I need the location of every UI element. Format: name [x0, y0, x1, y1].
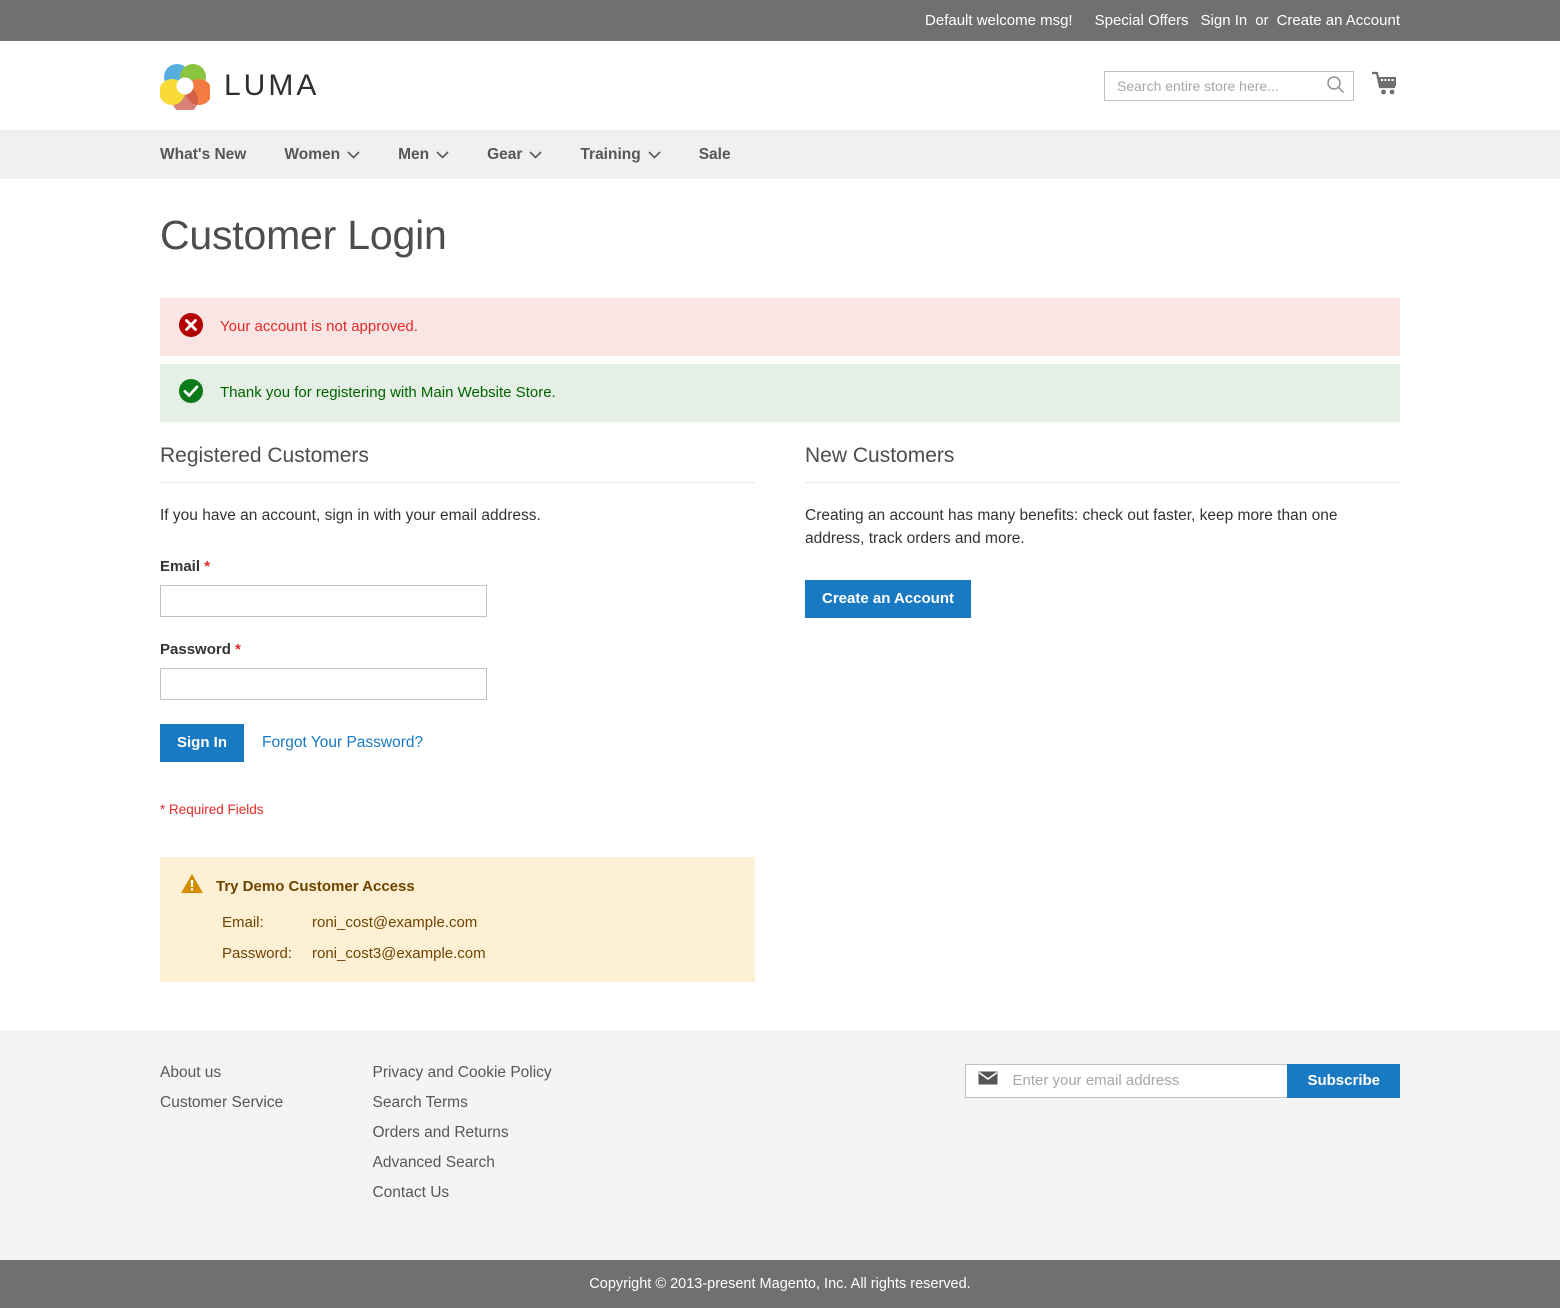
- nav-item-women[interactable]: Women: [265, 130, 379, 179]
- sign-in-button[interactable]: Sign In: [160, 723, 244, 762]
- luma-logo-icon: [160, 62, 210, 110]
- nav-item-label: Gear: [487, 145, 523, 163]
- create-account-link[interactable]: Create an Account: [1277, 12, 1400, 29]
- newsletter-form: Subscribe: [965, 1063, 1400, 1098]
- success-message: Thank you for registering with Main Webs…: [160, 364, 1400, 423]
- footer-link-privacy-and-cookie-policy[interactable]: Privacy and Cookie Policy: [372, 1064, 965, 1082]
- cart-button[interactable]: [1371, 71, 1400, 100]
- nav-item-what-s-new[interactable]: What's New: [160, 130, 265, 179]
- nav-item-sale[interactable]: Sale: [680, 130, 750, 179]
- welcome-message: Default welcome msg!: [925, 12, 1073, 29]
- nav-item-label: Sale: [698, 145, 731, 163]
- registered-customers-note: If you have an account, sign in with you…: [160, 507, 541, 525]
- site-header: LUMA: [0, 41, 1560, 130]
- logo-link[interactable]: LUMA: [160, 62, 319, 110]
- nav-item-label: Training: [580, 145, 641, 163]
- warning-triangle-icon: [180, 873, 204, 900]
- footer-link-search-terms[interactable]: Search Terms: [372, 1094, 965, 1112]
- footer-link-about-us[interactable]: About us: [160, 1064, 372, 1082]
- registered-customers-block: Registered Customers If you have an acco…: [160, 444, 755, 982]
- demo-password-row: Password: roni_cost3@example.com: [180, 945, 735, 962]
- registered-customers-title: Registered Customers: [160, 444, 755, 484]
- page-title: Customer Login: [160, 212, 447, 258]
- chevron-down-icon: [648, 150, 661, 159]
- search-box[interactable]: [1104, 70, 1354, 101]
- password-label-text: Password: [160, 640, 231, 658]
- password-required-mark: *: [235, 640, 241, 658]
- site-footer: About us Customer Service Privacy and Coo…: [0, 1029, 1560, 1260]
- email-input[interactable]: [160, 584, 487, 617]
- footer-links-column-2: Privacy and Cookie Policy Search Terms Ord…: [372, 1064, 965, 1214]
- footer-link-customer-service[interactable]: Customer Service: [160, 1094, 372, 1112]
- subscribe-button[interactable]: Subscribe: [1287, 1063, 1400, 1098]
- demo-title: Try Demo Customer Access: [216, 877, 415, 895]
- sign-in-link[interactable]: Sign In: [1201, 12, 1248, 29]
- password-label: Password *: [160, 641, 755, 658]
- password-input[interactable]: [160, 667, 487, 700]
- new-customers-block: New Customers Creating an account has ma…: [805, 444, 1400, 981]
- email-label: Email *: [160, 558, 755, 575]
- demo-email-value: roni_cost@example.com: [312, 913, 478, 931]
- nav-item-gear[interactable]: Gear: [468, 130, 561, 179]
- create-account-button[interactable]: Create an Account: [805, 580, 971, 619]
- chevron-down-icon: [529, 150, 542, 159]
- newsletter-field[interactable]: [965, 1063, 1288, 1098]
- demo-email-row: Email: roni_cost@example.com: [180, 914, 735, 931]
- footer-link-orders-and-returns[interactable]: Orders and Returns: [372, 1124, 965, 1142]
- chevron-down-icon: [436, 150, 449, 159]
- envelope-icon: [978, 1071, 998, 1090]
- messages-area: Your account is not approved. Thank you f…: [160, 298, 1400, 423]
- password-field-group: Password *: [160, 641, 755, 700]
- new-customers-note: Creating an account has many benefits: c…: [805, 507, 1338, 547]
- login-actions: Sign In Forgot Your Password?: [160, 723, 755, 762]
- top-panel: Default welcome msg! Special Offers Sign…: [0, 0, 1560, 41]
- copyright-bar: Copyright © 2013-present Magento, Inc. A…: [0, 1259, 1560, 1308]
- message-text: Your account is not approved.: [220, 318, 418, 336]
- demo-email-label: Email:: [222, 913, 264, 931]
- new-customers-title: New Customers: [805, 444, 1400, 484]
- footer-links-column-1: About us Customer Service: [160, 1064, 372, 1124]
- search-button[interactable]: [1322, 75, 1349, 97]
- error-circle-icon: [178, 312, 220, 342]
- message-text: Thank you for registering with Main Webs…: [220, 384, 556, 402]
- page-content: Customer Login Your account is not appro…: [160, 179, 1400, 982]
- email-required-mark: *: [204, 557, 211, 575]
- nav-item-label: Men: [398, 145, 430, 163]
- success-check-icon: [178, 378, 220, 408]
- panel-or-text: or: [1255, 12, 1269, 29]
- demo-header: Try Demo Customer Access: [180, 873, 735, 900]
- nav-item-label: What's New: [160, 145, 247, 163]
- header-actions: [1104, 70, 1400, 101]
- special-offers-link[interactable]: Special Offers: [1095, 12, 1189, 29]
- shopping-cart-icon: [1371, 71, 1400, 100]
- footer-link-advanced-search[interactable]: Advanced Search: [372, 1154, 965, 1172]
- chevron-down-icon: [347, 150, 360, 159]
- newsletter-email-input[interactable]: [1010, 1071, 1288, 1091]
- forgot-password-link[interactable]: Forgot Your Password?: [262, 734, 423, 752]
- footer-link-contact-us[interactable]: Contact Us: [372, 1184, 965, 1202]
- demo-customer-access-box: Try Demo Customer Access Email: roni_cos…: [160, 856, 755, 982]
- nav-item-label: Women: [284, 145, 341, 163]
- nav-item-training[interactable]: Training: [561, 130, 679, 179]
- search-icon: [1326, 75, 1345, 97]
- login-columns: Registered Customers If you have an acco…: [160, 444, 1400, 982]
- demo-password-label: Password:: [222, 944, 293, 962]
- demo-password-value: roni_cost3@example.com: [312, 944, 486, 962]
- copyright-text: Copyright © 2013-present Magento, Inc. A…: [589, 1275, 971, 1292]
- logo-text: LUMA: [224, 68, 320, 102]
- main-navigation: What's New Women Men Gear Training Sale: [0, 130, 1560, 179]
- email-label-text: Email: [160, 557, 201, 575]
- search-input[interactable]: [1115, 76, 1322, 95]
- nav-item-men[interactable]: Men: [379, 130, 468, 179]
- email-field-group: Email *: [160, 558, 755, 617]
- required-fields-note: * Required Fields: [160, 801, 264, 817]
- error-message: Your account is not approved.: [160, 298, 1400, 357]
